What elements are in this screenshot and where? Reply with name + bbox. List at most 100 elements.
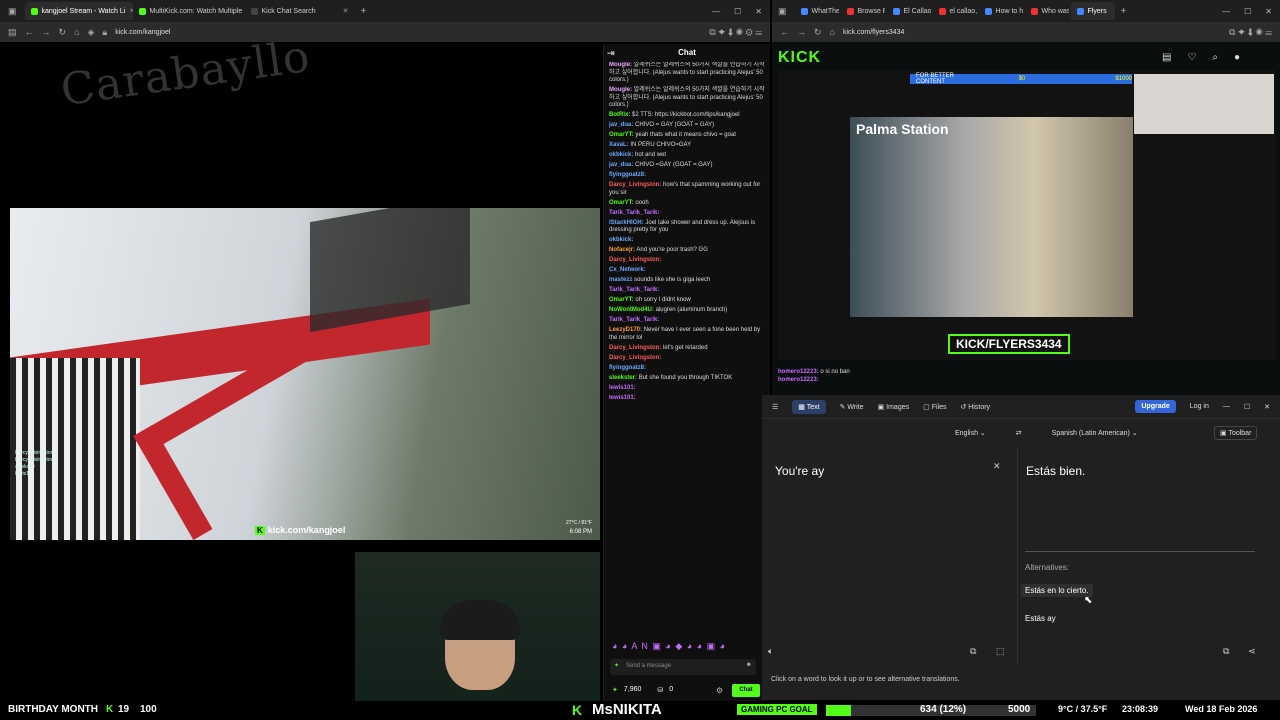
- source-language-select[interactable]: English ⌄: [955, 429, 986, 437]
- chat-username[interactable]: Darcy_Livingston:: [609, 257, 661, 263]
- extensions-icon[interactable]: ⧉ ✦ ⬇ ◉ ☰: [1229, 27, 1272, 38]
- swap-languages-icon[interactable]: ⇄: [1016, 429, 1022, 437]
- minimize-icon[interactable]: —: [712, 7, 720, 16]
- maximize-icon[interactable]: ☐: [1244, 7, 1251, 16]
- chat-username[interactable]: flyinggoatz8:: [609, 172, 646, 178]
- chat-username[interactable]: NoWontMod4U:: [609, 307, 654, 313]
- address-bar[interactable]: kick.com/flyers3434: [843, 29, 1221, 36]
- chat-username[interactable]: Tarik_Tarik_Tarik:: [609, 287, 659, 293]
- chat-username[interactable]: lewis101:: [609, 385, 636, 391]
- chat-username[interactable]: BotRix:: [609, 112, 630, 118]
- share-icon[interactable]: ⋖: [1248, 646, 1256, 657]
- emoji-icon[interactable]: ☻: [746, 662, 752, 668]
- chat-username[interactable]: mastezz: [609, 277, 632, 283]
- tab-history[interactable]: ↺ History: [960, 403, 990, 411]
- avatar[interactable]: ●: [1234, 52, 1240, 63]
- alternative-2[interactable]: Estás ay: [1025, 614, 1056, 623]
- menu-icon[interactable]: ☰: [772, 403, 778, 411]
- chat-username[interactable]: Mougle:: [609, 87, 632, 93]
- search-icon[interactable]: ⌕: [1212, 52, 1218, 63]
- emote-bar[interactable]: ◕ ◕ A N ▣ ◕ ◆ ◕ ◕ ▣ ◕: [612, 641, 726, 652]
- reload-icon[interactable]: ↻: [59, 27, 67, 38]
- browser-tab[interactable]: How to h: [979, 2, 1023, 20]
- tab-images[interactable]: ▣ Images: [878, 403, 910, 411]
- close-icon[interactable]: ✕: [1264, 403, 1270, 411]
- minimize-icon[interactable]: —: [1223, 403, 1230, 410]
- home-icon[interactable]: ⌂: [74, 27, 79, 37]
- tab-text[interactable]: ▦ Text: [792, 399, 826, 414]
- close-window-icon[interactable]: ✕: [1265, 7, 1272, 16]
- login-button[interactable]: Log in: [1190, 403, 1209, 410]
- extensions-icon[interactable]: ⧉ ✦ ⬇ ◉ ⚙ ☰: [709, 27, 762, 38]
- chat-username[interactable]: jav_dua:: [609, 162, 633, 168]
- library-icon[interactable]: ▤: [1162, 52, 1171, 63]
- select-icon[interactable]: ⬚: [996, 646, 1005, 657]
- target-language-select[interactable]: Spanish (Latin American) ⌄: [1052, 429, 1138, 437]
- close-icon[interactable]: ✕: [343, 7, 349, 15]
- address-bar[interactable]: kick.com/kangjoel: [115, 29, 701, 36]
- tab-menu-icon[interactable]: ▣: [0, 6, 25, 17]
- back-icon[interactable]: ←: [780, 27, 789, 37]
- chat-username[interactable]: Tarik_Tarik_Tarik:: [609, 317, 659, 323]
- tab-kangjoel[interactable]: kangjoel Stream - Watch Li ✕: [24, 2, 133, 20]
- chat-username[interactable]: Mougle:: [609, 62, 632, 68]
- chat-username[interactable]: OmarYT:: [609, 200, 634, 206]
- browser-tab[interactable]: Flyers: [1070, 2, 1115, 20]
- browser-tab[interactable]: Who was: [1025, 2, 1069, 20]
- shield-icon[interactable]: ◈: [88, 27, 95, 38]
- alternative-1[interactable]: Estás en lo cierto.: [1021, 584, 1093, 597]
- chat-username[interactable]: Darcy_Livingston:: [609, 355, 661, 361]
- browser-tab[interactable]: Browse F: [841, 2, 885, 20]
- chat-username[interactable]: jav_dua:: [609, 122, 633, 128]
- heart-icon[interactable]: ♡: [1187, 52, 1196, 63]
- back-icon[interactable]: ←: [25, 27, 34, 37]
- upgrade-button[interactable]: Upgrade: [1135, 400, 1176, 413]
- chat-username[interactable]: Cx_Network:: [609, 267, 646, 273]
- close-window-icon[interactable]: ✕: [755, 7, 762, 16]
- chat-username[interactable]: Darcy_Livingston:: [609, 182, 661, 188]
- forward-icon[interactable]: →: [797, 27, 806, 37]
- speaker-icon[interactable]: 🔈︎: [768, 646, 773, 657]
- chat-username[interactable]: Darcy_Livingston:: [609, 345, 661, 351]
- chat-username[interactable]: Tarik_Tarik_Tarik:: [609, 210, 659, 216]
- toolbar-button[interactable]: ▣ Toolbar: [1214, 426, 1258, 440]
- clear-text-icon[interactable]: ✕: [993, 461, 1001, 472]
- browser-tab[interactable]: el callao,: [933, 2, 977, 20]
- sidebar-icon[interactable]: ▤: [8, 27, 17, 38]
- maximize-icon[interactable]: ☐: [734, 7, 741, 16]
- browser-tab[interactable]: WhatThe: [795, 2, 839, 20]
- tab-chat-search[interactable]: Kick Chat Search ✕: [245, 2, 355, 20]
- source-text-input[interactable]: You're ay: [775, 464, 824, 478]
- stream-video[interactable]: [10, 208, 600, 540]
- minimize-icon[interactable]: —: [1222, 7, 1230, 16]
- chat-username[interactable]: okbkick:: [609, 237, 633, 243]
- browser-tab[interactable]: El Callao: [887, 2, 931, 20]
- chat-username[interactable]: flyinggoatz8:: [609, 365, 646, 371]
- chat-username[interactable]: XavaL:: [609, 142, 629, 148]
- home-icon[interactable]: ⌂: [830, 27, 835, 37]
- chat-username[interactable]: okbkick:: [609, 152, 633, 158]
- reload-icon[interactable]: ↻: [814, 27, 822, 38]
- kick-logo[interactable]: KICK: [778, 49, 821, 67]
- chat-username[interactable]: sleekster:: [609, 375, 637, 381]
- new-tab-icon[interactable]: +: [1117, 6, 1131, 17]
- chat-send-button[interactable]: Chat: [732, 684, 760, 697]
- settings-icon[interactable]: ⚙: [716, 686, 723, 695]
- tab-menu-icon[interactable]: ▣: [772, 6, 793, 17]
- new-tab-icon[interactable]: +: [355, 6, 373, 17]
- tab-write[interactable]: ✎ Write: [840, 403, 864, 411]
- copy-source-icon[interactable]: ⧉: [970, 646, 976, 657]
- maximize-icon[interactable]: ☐: [1244, 403, 1250, 411]
- chat-username[interactable]: LeezyD170:: [609, 327, 642, 333]
- chat-username[interactable]: OmarYT:: [609, 132, 634, 138]
- tab-multikick[interactable]: MultiKick.com: Watch Multiple✕: [133, 2, 245, 20]
- chat-username[interactable]: lStackHIGH:: [609, 220, 644, 226]
- chat-message-list[interactable]: Mougle: 알레쉬스는 알레쉬스의 50가지 색깔을 연습하기 시작하고 싶…: [604, 62, 770, 642]
- chat-message-input[interactable]: ✦ Send a message ☻: [610, 659, 756, 675]
- collapse-chat-icon[interactable]: ⇥: [607, 44, 615, 62]
- tab-files[interactable]: ▢ Files: [923, 403, 946, 411]
- forward-icon[interactable]: →: [42, 27, 51, 37]
- chat-username[interactable]: lewis101:: [609, 395, 636, 401]
- chat-username[interactable]: OmarYT:: [609, 297, 634, 303]
- chat-username[interactable]: Nofacejr:: [609, 247, 635, 253]
